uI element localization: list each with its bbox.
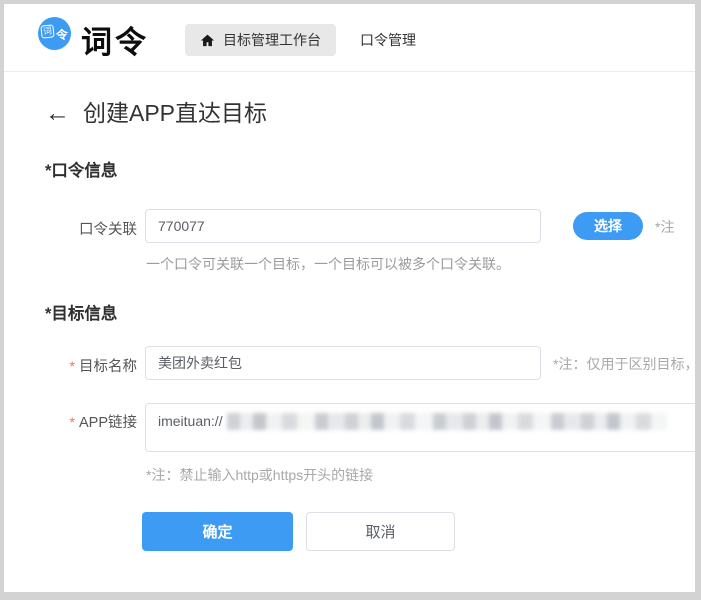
cancel-button[interactable]: 取消 bbox=[306, 512, 455, 551]
nav-item-password-management[interactable]: 口令管理 bbox=[360, 30, 416, 50]
logo-badge-char: 词 bbox=[41, 24, 55, 38]
app-link-note: *注：禁止输入http或https开头的链接 bbox=[146, 465, 373, 485]
brand-logo-icon[interactable]: 词 令 bbox=[38, 17, 71, 50]
target-name-label-text: 目标名称 bbox=[79, 359, 137, 375]
back-arrow-icon[interactable]: ← bbox=[45, 99, 70, 127]
required-asterisk: * bbox=[70, 414, 75, 430]
password-side-note: *注 bbox=[655, 217, 674, 237]
app-link-label-text: APP链接 bbox=[79, 415, 137, 431]
required-asterisk: * bbox=[70, 358, 75, 374]
field-label-password-link: 口令关联 bbox=[4, 218, 137, 239]
page-title-row: ← 创建APP直达目标 bbox=[45, 99, 267, 127]
brand-name: 词令 bbox=[81, 17, 149, 62]
select-button[interactable]: 选择 bbox=[573, 212, 643, 240]
password-link-input[interactable] bbox=[145, 209, 541, 243]
field-label-app-link: *APP链接 bbox=[4, 411, 137, 432]
app-link-input[interactable]: imeituan:// bbox=[145, 403, 695, 452]
field-label-target-name: *目标名称 bbox=[4, 355, 137, 376]
nav-item-target-workbench[interactable]: 目标管理工作台 bbox=[185, 24, 336, 56]
page-title: 创建APP直达目标 bbox=[83, 99, 267, 127]
main-nav: 目标管理工作台 口令管理 bbox=[185, 24, 416, 56]
target-name-note: *注：仅用于区别目标， bbox=[553, 354, 695, 374]
app-link-value: imeituan:// bbox=[158, 412, 223, 430]
confirm-button[interactable]: 确定 bbox=[142, 512, 293, 551]
logo-plain-char: 令 bbox=[55, 25, 69, 43]
password-helper-text: 一个口令可关联一个目标，一个目标可以被多个口令关联。 bbox=[146, 254, 510, 274]
top-header: 词 令 词令 目标管理工作台 口令管理 bbox=[4, 4, 695, 72]
app-window: 词 令 词令 目标管理工作台 口令管理 ← 创建APP直达目标 *口令信息 口令… bbox=[4, 4, 695, 592]
nav-item-label: 目标管理工作台 bbox=[223, 30, 321, 50]
home-icon bbox=[200, 33, 215, 48]
censored-mosaic bbox=[227, 413, 667, 430]
target-name-input[interactable] bbox=[145, 346, 541, 380]
section-heading-password-info: *口令信息 bbox=[45, 157, 117, 181]
section-heading-target-info: *目标信息 bbox=[45, 300, 117, 324]
